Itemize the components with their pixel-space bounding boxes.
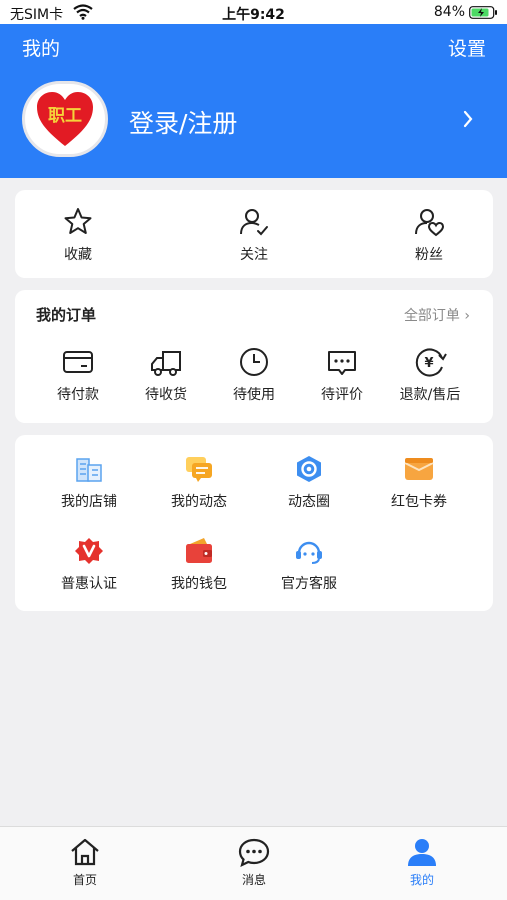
order-pending-payment[interactable]: 待付款 [38,346,118,404]
my-orders-card: 我的订单 全部订单 › 待付款 待收货 待使用 待评价 ¥ 退款/售后 [15,290,493,423]
fans-label: 粉丝 [415,247,443,263]
tab-messages[interactable]: 消息 [214,837,294,888]
status-bar: 无SIM卡 上午9:42 84% [0,0,507,24]
user-heart-icon [415,209,445,237]
clock: 上午9:42 [222,7,285,23]
refund-icon: ¥ [415,348,447,377]
order-to-review[interactable]: 待评价 [302,346,382,404]
headset-icon [296,541,322,564]
order-label: 待付款 [57,387,99,403]
svg-text:职工: 职工 [48,106,82,126]
service-label: 动态圈 [288,494,330,510]
home-icon [71,838,99,866]
chat-icon [238,838,270,867]
person-icon [408,839,436,866]
store-icon [76,458,102,482]
orders-title: 我的订单 [36,306,97,324]
service-coupons[interactable]: 红包卡券 [364,455,474,511]
tab-label: 消息 [241,873,266,887]
service-label: 普惠认证 [61,576,117,592]
heart-logo-icon: 职工 [37,92,93,146]
comment-icon [328,351,356,375]
circle-icon [297,456,321,482]
message-icon [186,457,212,482]
chevron-right-icon[interactable] [463,110,473,128]
order-label: 待收货 [145,387,187,403]
order-label: 退款/售后 [399,387,461,403]
coupon-icon [404,458,434,480]
truck-icon [151,351,181,376]
service-my-posts[interactable]: 我的动态 [144,455,254,511]
following-item[interactable]: 关注 [214,206,294,264]
clock-icon [240,348,268,376]
service-label: 红包卡券 [391,494,447,510]
order-to-use[interactable]: 待使用 [214,346,294,404]
service-customer-support[interactable]: 官方客服 [254,537,364,593]
order-label: 待评价 [321,387,363,403]
verify-icon [75,538,103,564]
favorites-item[interactable]: 收藏 [38,206,118,264]
service-circle[interactable]: 动态圈 [254,455,364,511]
tab-home[interactable]: 首页 [45,837,125,888]
tab-mine[interactable]: 我的 [382,837,462,888]
fans-item[interactable]: 粉丝 [389,206,469,264]
favorites-label: 收藏 [64,247,92,263]
service-label: 我的店铺 [61,494,117,510]
tab-label: 首页 [72,873,97,887]
tab-label: 我的 [409,873,434,887]
order-label: 待使用 [233,387,275,403]
order-refund[interactable]: ¥ 退款/售后 [390,346,470,404]
services-card: 我的店铺 我的动态 动态圈 红包卡券 普惠认证 我的钱包 官方客服 [15,435,493,611]
social-stats-card: 收藏 关注 粉丝 [15,190,493,278]
battery-percent: 84% [433,4,465,20]
wallet-icon [186,538,212,563]
battery-icon [469,6,497,19]
order-pending-receipt[interactable]: 待收货 [126,346,206,404]
card-icon [63,351,93,373]
all-orders-link[interactable]: 全部订单 › [404,305,470,325]
login-register-link[interactable]: 登录/注册 [129,104,237,140]
star-icon [64,208,92,234]
svg-text:¥: ¥ [424,356,433,371]
bottom-tab-bar: 首页 消息 我的 [0,826,507,900]
page-title: 我的 [22,38,61,60]
service-wallet[interactable]: 我的钱包 [144,537,254,593]
avatar[interactable]: 职工 [22,81,108,157]
profile-header: 我的 设置 职工 登录/注册 [0,24,507,178]
following-label: 关注 [240,247,268,263]
service-label: 我的钱包 [171,576,227,592]
service-my-store[interactable]: 我的店铺 [34,455,144,511]
service-verify[interactable]: 普惠认证 [34,537,144,593]
user-check-icon [240,209,268,236]
service-label: 我的动态 [171,494,227,510]
settings-button[interactable]: 设置 [448,34,486,61]
service-label: 官方客服 [281,576,337,592]
